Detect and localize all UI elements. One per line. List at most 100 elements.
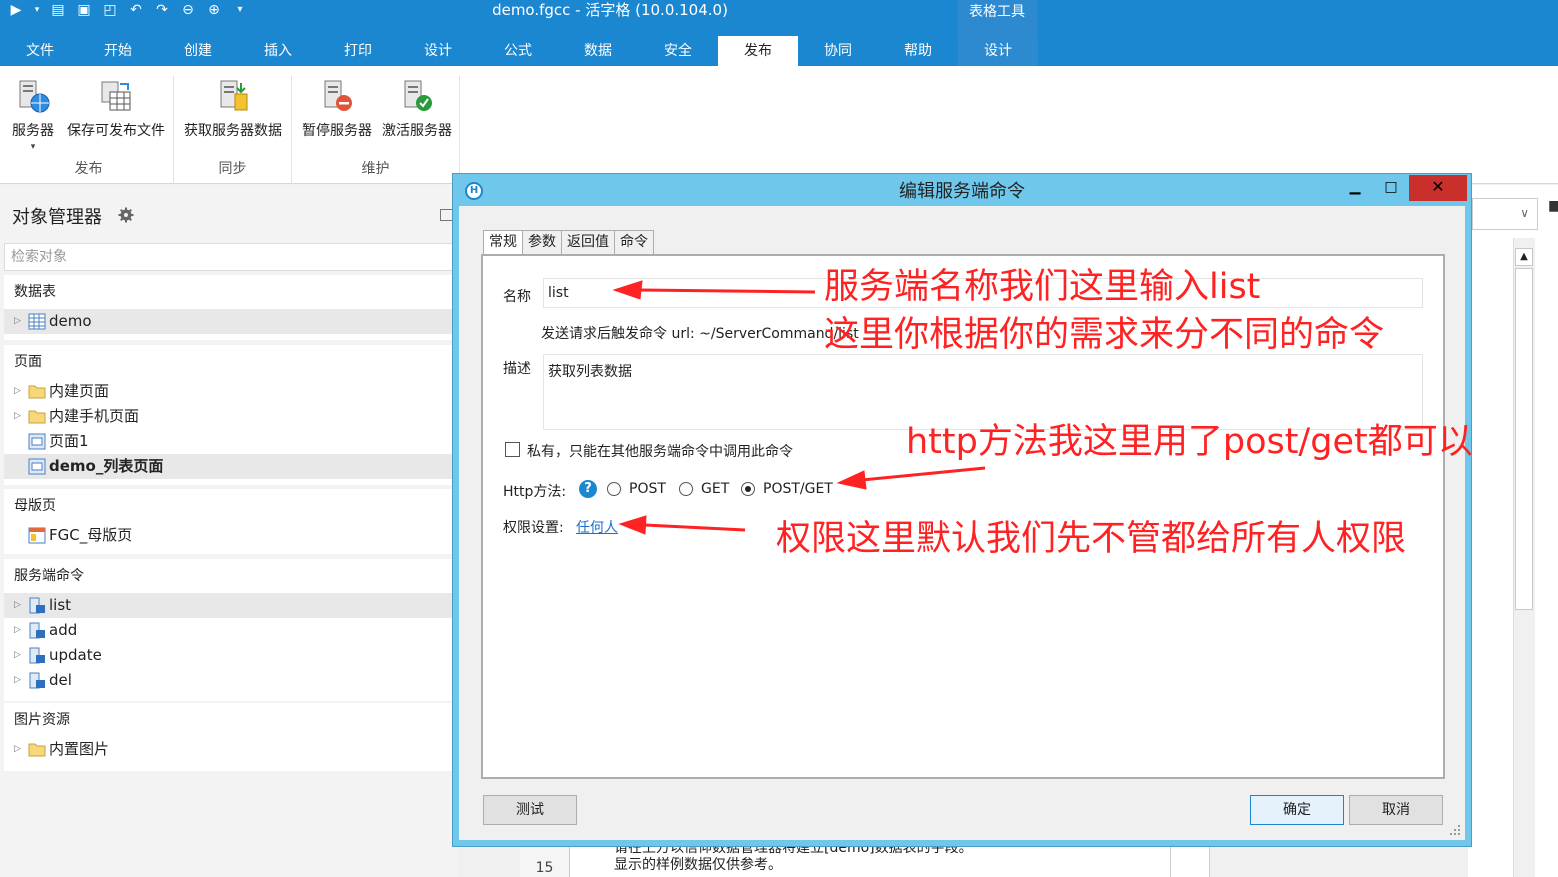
activate-server-button[interactable]: 激活服务器 <box>378 78 456 140</box>
search-input[interactable]: 检索对象 <box>4 243 454 271</box>
private-checkbox[interactable] <box>505 442 520 457</box>
tab-home[interactable]: 开始 <box>78 36 158 66</box>
back-icon[interactable]: ⊖ <box>178 0 198 20</box>
tree-item-label: 页面1 <box>49 432 89 450</box>
tab-table-design[interactable]: 设计 <box>958 36 1038 66</box>
radio-get-label: GET <box>701 481 730 497</box>
open-folder-icon[interactable]: ◰ <box>100 0 120 20</box>
ribbon-group-label: 同步 <box>218 161 247 177</box>
redo-icon[interactable]: ↷ <box>152 0 172 20</box>
ribbon-group-label: 发布 <box>74 161 103 177</box>
radio-post-get[interactable] <box>741 482 755 496</box>
tree-item-update[interactable]: ▷ update <box>4 643 454 668</box>
chevron-down-icon: ∨ <box>1520 206 1529 220</box>
resize-grip-icon[interactable] <box>1449 824 1461 836</box>
expand-icon[interactable]: ▷ <box>14 643 21 668</box>
minimize-button[interactable]: ▁ <box>1337 175 1373 201</box>
tab-help[interactable]: 帮助 <box>878 36 958 66</box>
tab-collaborate[interactable]: 协同 <box>798 36 878 66</box>
section-title: 页面 <box>14 354 42 370</box>
activate-server-icon <box>404 80 432 111</box>
help-icon[interactable]: ? <box>579 480 597 498</box>
ribbon-group-maintain: 暂停服务器 激活服务器 维护 <box>292 76 460 184</box>
permission-link[interactable]: 任何人 <box>576 517 618 537</box>
tab-formula[interactable]: 公式 <box>478 36 558 66</box>
tree-item-add[interactable]: ▷ add <box>4 618 454 643</box>
section-image-resources: 图片资源 ▷ 内置图片 <box>4 703 454 771</box>
expand-icon[interactable]: ▷ <box>14 668 21 693</box>
expand-icon[interactable]: ▷ <box>14 309 21 334</box>
tree-item-fgc-master[interactable]: FGC_母版页 <box>4 523 454 548</box>
new-file-icon[interactable]: ▤ <box>48 0 68 20</box>
expand-icon[interactable]: ▷ <box>14 737 21 762</box>
expand-icon[interactable]: ▷ <box>14 379 21 404</box>
forward-icon[interactable]: ⊕ <box>204 0 224 20</box>
ribbon-tabs: 文件 开始 创建 插入 打印 设计 公式 数据 安全 发布 协同 帮助 设计 <box>0 36 1558 66</box>
tree-item-page1[interactable]: 页面1 <box>4 429 454 454</box>
server-button-label: 服务器 <box>12 123 54 139</box>
save-publishable-button[interactable]: 保存可发布文件 <box>62 78 170 140</box>
http-method-label: Http方法: <box>503 484 567 500</box>
pause-server-button[interactable]: 暂停服务器 <box>298 78 376 140</box>
tree-item-builtin-pages[interactable]: ▷ 内建页面 <box>4 379 454 404</box>
tree-item-builtin-images[interactable]: ▷ 内置图片 <box>4 737 454 762</box>
tree-item-del[interactable]: ▷ del <box>4 668 454 693</box>
description-field[interactable]: 获取列表数据 <box>543 354 1423 430</box>
radio-post-get-label: POST/GET <box>763 481 833 497</box>
server-command-icon <box>29 672 45 689</box>
scroll-up-icon[interactable]: ▲ <box>1515 248 1533 266</box>
server-button[interactable]: 服务器 ▾ <box>8 78 58 152</box>
radio-post[interactable] <box>607 482 621 496</box>
annotation-name-note: 服务端名称我们这里输入list <box>824 267 1261 307</box>
tree-item-label: demo <box>49 312 92 330</box>
tree-item-list[interactable]: ▷ list <box>4 593 454 618</box>
section-server-commands: 服务端命令 ▷ list ▷ add ▷ update ▷ del <box>4 559 454 701</box>
tab-general[interactable]: 常规 <box>483 230 523 255</box>
annotation-command-note: 这里你根据你的需求来分不同的命令 <box>824 315 1385 355</box>
undo-icon[interactable]: ↶ <box>126 0 146 20</box>
tab-return-value[interactable]: 返回值 <box>561 230 615 254</box>
tab-publish[interactable]: 发布 <box>718 36 798 66</box>
maximize-button[interactable]: □ <box>1373 175 1409 201</box>
worksheet-dropdown[interactable]: ∨ <box>1472 198 1538 230</box>
cancel-button[interactable]: 取消 <box>1349 795 1443 825</box>
tab-parameters[interactable]: 参数 <box>522 230 562 254</box>
dialog-tabs: 常规 参数 返回值 命令 <box>483 230 654 255</box>
fetch-data-icon <box>220 80 248 111</box>
tab-command[interactable]: 命令 <box>614 230 654 254</box>
tab-design[interactable]: 设计 <box>398 36 478 66</box>
pause-server-icon <box>324 80 352 111</box>
dropdown-icon[interactable]: ▾ <box>32 0 42 20</box>
save-icon[interactable]: ▣ <box>74 0 94 20</box>
gear-icon[interactable] <box>118 207 134 223</box>
run-icon[interactable]: ▶ <box>6 0 26 20</box>
tree-item-demo-list-page[interactable]: demo_列表页面 <box>4 454 454 479</box>
test-button[interactable]: 测试 <box>483 795 577 825</box>
ribbon-group-sync: 获取服务器数据 同步 <box>174 76 292 184</box>
tree-item-builtin-mobile-pages[interactable]: ▷ 内建手机页面 <box>4 404 454 429</box>
ok-button[interactable]: 确定 <box>1250 795 1344 825</box>
grid-cell-text[interactable]: 显示的样例数据仅供参考。 <box>614 854 782 874</box>
tab-file[interactable]: 文件 <box>0 36 80 66</box>
customize-icon[interactable]: ▾ <box>230 0 250 20</box>
name-label: 名称 <box>503 289 531 305</box>
tab-print[interactable]: 打印 <box>318 36 398 66</box>
scrollbar-thumb[interactable] <box>1515 268 1533 610</box>
grid-column <box>1170 846 1210 877</box>
close-button[interactable]: ✕ <box>1409 175 1467 201</box>
fetch-server-data-button[interactable]: 获取服务器数据 <box>178 78 288 140</box>
tree-item-demo[interactable]: ▷ demo <box>4 309 454 334</box>
tab-security[interactable]: 安全 <box>638 36 718 66</box>
app-logo-icon: H <box>465 182 483 200</box>
object-manager-title: 对象管理器 <box>12 207 102 228</box>
expand-icon[interactable]: ▷ <box>14 404 21 429</box>
expand-icon[interactable]: ▷ <box>14 618 21 643</box>
tree-item-label: del <box>49 671 72 689</box>
fetch-server-data-label: 获取服务器数据 <box>184 123 282 139</box>
tab-data[interactable]: 数据 <box>558 36 638 66</box>
expand-icon[interactable]: ▷ <box>14 593 21 618</box>
section-tables: 数据表 ▷ demo <box>4 275 454 340</box>
radio-get[interactable] <box>679 482 693 496</box>
tab-insert[interactable]: 插入 <box>238 36 318 66</box>
tab-create[interactable]: 创建 <box>158 36 238 66</box>
